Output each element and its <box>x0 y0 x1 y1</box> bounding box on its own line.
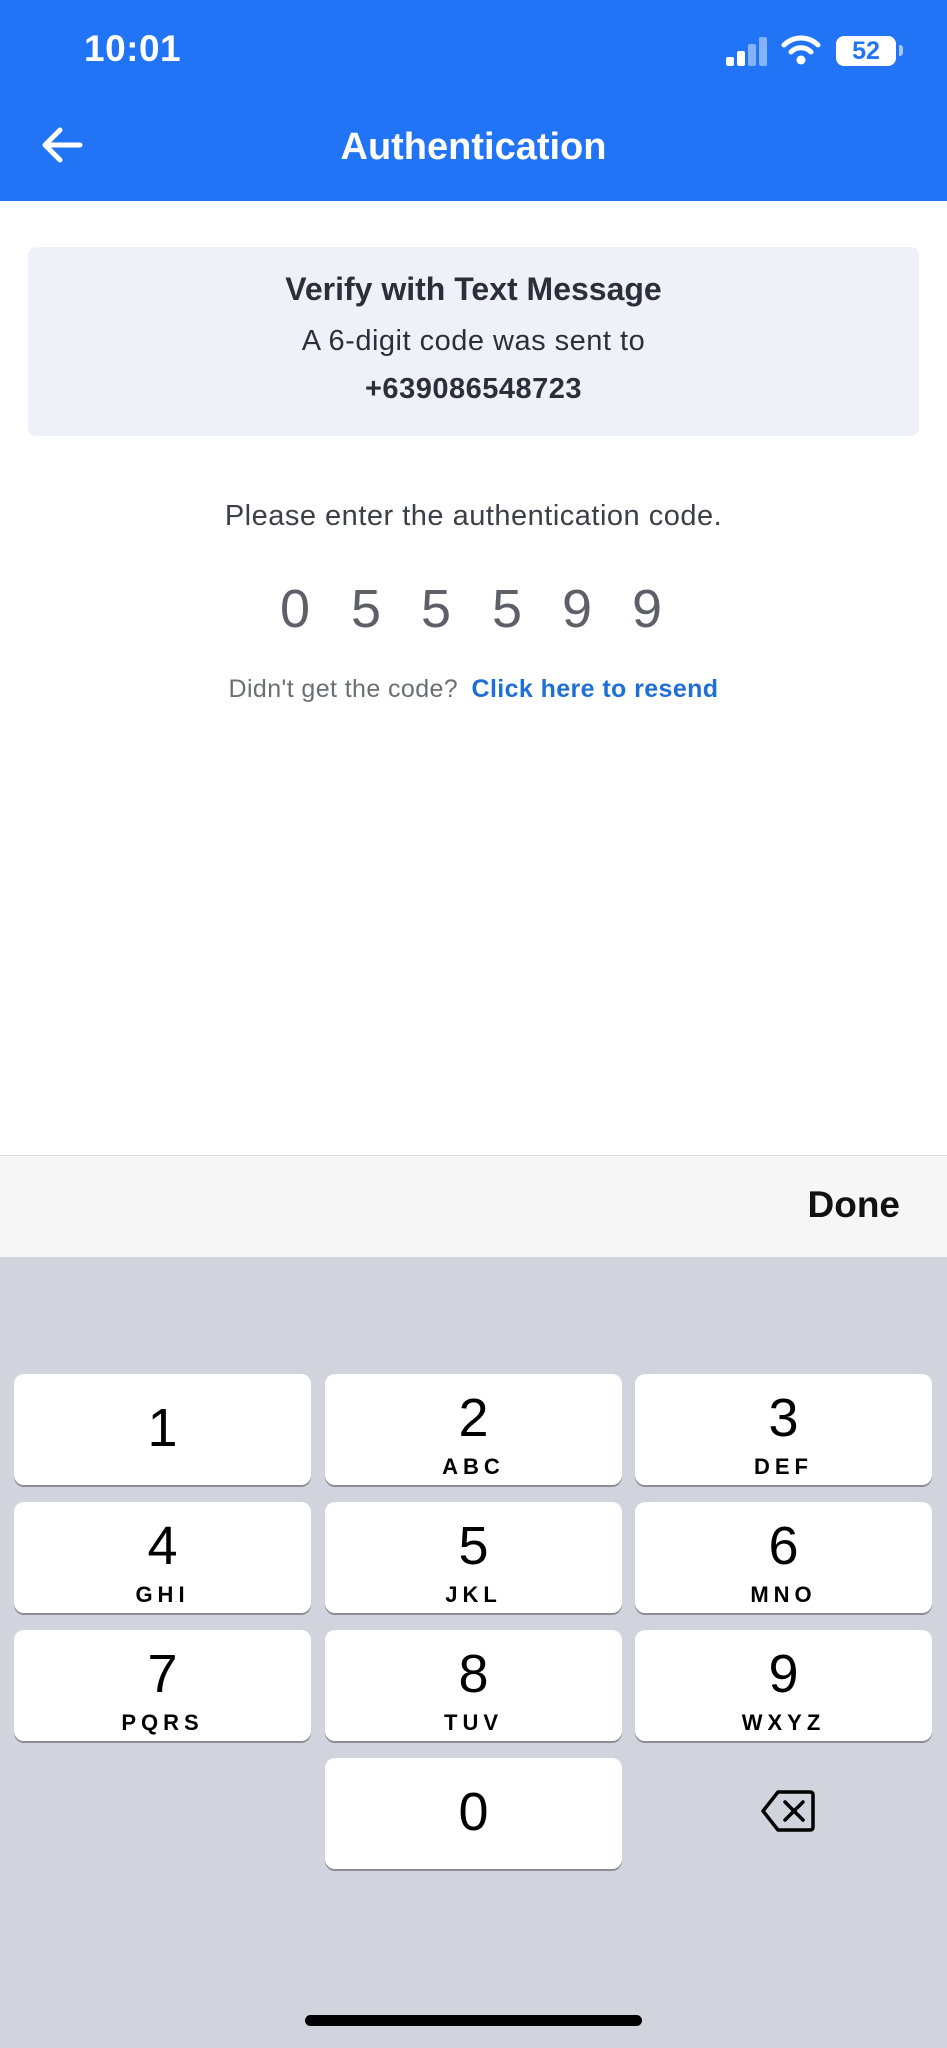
key-2[interactable]: 2 ABC <box>325 1374 622 1485</box>
resend-link[interactable]: Click here to resend <box>471 675 718 703</box>
key-0[interactable]: 0 <box>325 1758 622 1869</box>
key-6-number: 6 <box>768 1516 799 1576</box>
key-4-number: 4 <box>147 1516 178 1576</box>
battery-icon: 52 <box>836 36 896 66</box>
key-7-letters: PQRS <box>121 1710 204 1735</box>
key-6-letters: MNO <box>750 1582 817 1607</box>
done-button[interactable]: Done <box>808 1184 901 1226</box>
code-digit-5: 9 <box>561 579 593 639</box>
key-8-number: 8 <box>458 1644 489 1704</box>
verify-card-subtitle: A 6-digit code was sent to <box>301 325 646 357</box>
key-3-number: 3 <box>768 1388 799 1448</box>
code-digit-6: 9 <box>631 579 663 639</box>
keyboard-accessory-bar: Done <box>0 1155 947 1258</box>
key-9[interactable]: 9 WXYZ <box>635 1630 932 1741</box>
key-8[interactable]: 8 TUV <box>325 1630 622 1741</box>
key-7[interactable]: 7 PQRS <box>14 1630 311 1741</box>
key-5[interactable]: 5 JKL <box>325 1502 622 1613</box>
key-6[interactable]: 6 MNO <box>635 1502 932 1613</box>
key-9-number: 9 <box>768 1644 799 1704</box>
home-indicator <box>305 2015 642 2026</box>
key-4[interactable]: 4 GHI <box>14 1502 311 1613</box>
key-1-number: 1 <box>147 1398 178 1458</box>
key-1[interactable]: 1 <box>14 1374 311 1485</box>
verify-card-phone: +639086548723 <box>365 373 582 405</box>
resend-row: Didn't get the code? Click here to resen… <box>0 675 947 704</box>
key-3[interactable]: 3 DEF <box>635 1374 932 1485</box>
code-digit-3: 5 <box>420 579 452 639</box>
code-digit-4: 5 <box>491 579 523 639</box>
key-4-letters: GHI <box>135 1582 190 1607</box>
key-2-number: 2 <box>458 1388 489 1448</box>
app-header: 10:01 52 Authentication <box>0 0 947 201</box>
key-9-letters: WXYZ <box>741 1710 826 1735</box>
battery-cap <box>899 45 903 56</box>
status-time: 10:01 <box>84 28 182 69</box>
key-0-number: 0 <box>458 1782 489 1842</box>
key-5-letters: JKL <box>445 1582 502 1607</box>
resend-question: Didn't get the code? <box>228 675 459 703</box>
code-digit-1: 0 <box>279 579 311 639</box>
backspace-icon[interactable] <box>760 1788 816 1834</box>
code-input[interactable]: 0 5 5 5 9 9 <box>270 578 680 642</box>
verify-card: Verify with Text Message A 6-digit code … <box>28 247 919 436</box>
verify-card-title: Verify with Text Message <box>285 271 662 307</box>
key-2-letters: ABC <box>442 1454 505 1479</box>
wifi-icon <box>781 35 821 65</box>
cellular-signal-icon <box>726 34 767 66</box>
key-8-letters: TUV <box>444 1710 503 1735</box>
key-3-letters: DEF <box>754 1454 813 1479</box>
key-7-number: 7 <box>147 1644 178 1704</box>
code-digit-2: 5 <box>350 579 382 639</box>
key-5-number: 5 <box>458 1516 489 1576</box>
page-title: Authentication <box>340 126 607 168</box>
code-prompt: Please enter the authentication code. <box>224 500 723 532</box>
